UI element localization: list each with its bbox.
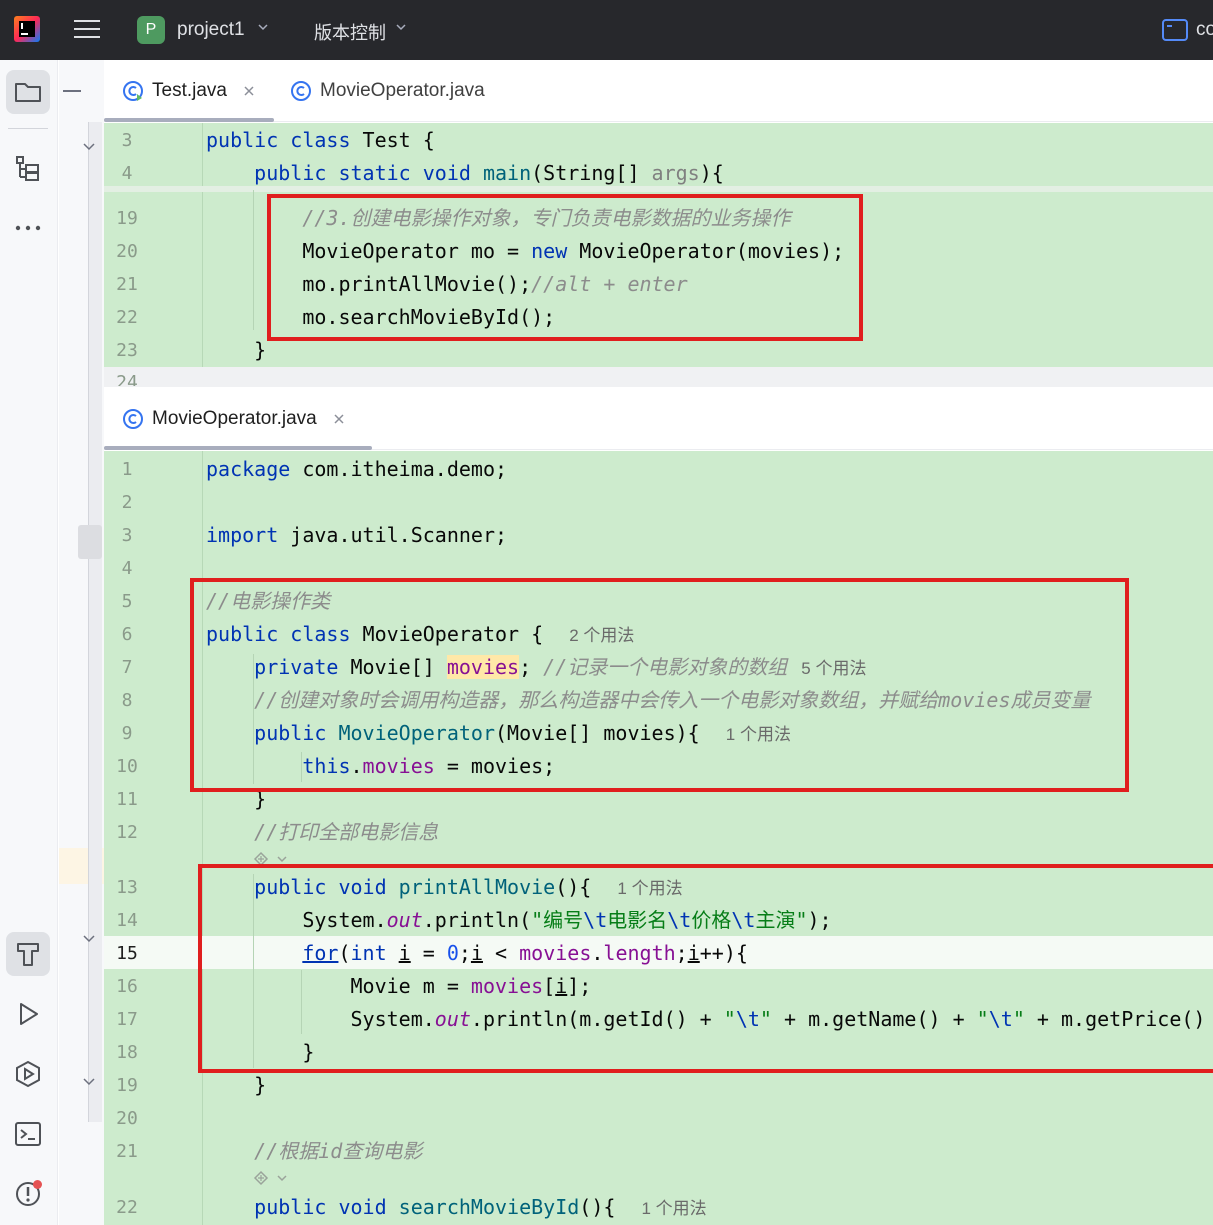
chevron-down-icon[interactable] [258,22,268,32]
line-number: 4 [121,558,133,579]
close-icon[interactable] [333,413,345,425]
line-number: 21 [116,1141,138,1162]
terminal-icon [15,1122,41,1146]
panel-scrollbar[interactable] [88,122,102,1122]
active-tab-indicator [104,118,274,122]
vcs-menu[interactable]: 版本控制 [314,19,386,45]
line-number: 23 [116,340,138,361]
top-editor-tabbar: Test.java MovieOperator.java [104,60,1213,122]
more-icon [15,225,41,231]
chevron-down-icon[interactable] [82,142,96,152]
code-text[interactable]: import java.util.Scanner; [206,519,507,552]
line-number: 22 [116,307,138,328]
build-tool-button[interactable] [6,932,50,976]
line-number: 11 [116,789,138,810]
code-text[interactable]: package com.itheima.demo; [206,453,507,486]
folder-icon [15,83,41,102]
line-number: 7 [121,657,133,678]
line-number: 14 [116,910,138,931]
line-number: 5 [121,591,133,612]
tab-movieoperator-java[interactable]: MovieOperator.java [122,388,345,450]
line-number: 24 [116,372,138,386]
ai-assist-icon[interactable] [252,1169,292,1187]
java-class-icon [123,409,143,429]
split-divider[interactable] [104,367,1213,387]
annotation-box-print-method [198,864,1213,1073]
tab-movieoperator-java[interactable]: MovieOperator.java [290,60,485,122]
minimize-icon[interactable] [63,90,81,92]
notification-badge [33,1180,42,1189]
title-bar: P project1 版本控制 co [0,0,1213,60]
close-icon[interactable] [243,85,255,97]
intellij-logo-icon[interactable] [14,16,40,42]
tab-label: MovieOperator.java [320,80,485,101]
structure-icon [16,156,39,181]
line-number: 9 [121,723,133,744]
java-runnable-class-icon [123,81,143,101]
line-number: 13 [116,877,138,898]
bottom-editor-tabbar: MovieOperator.java [104,388,1213,450]
code-text[interactable]: } [206,334,266,367]
line-number: 1 [121,459,133,480]
line-number: 3 [121,130,133,151]
annotation-box-constructor [190,578,1129,792]
line-number: 20 [116,241,138,262]
more-tools-button[interactable] [6,206,50,250]
tool-window-strip [0,60,58,1225]
main-menu-icon[interactable] [74,20,100,40]
line-number: 12 [116,822,138,843]
line-number: 19 [116,208,138,229]
line-number: 18 [116,1042,138,1063]
code-text[interactable]: public class Test { [206,124,435,157]
tab-test-java[interactable]: Test.java [122,60,255,122]
annotation-box-usage [267,194,863,341]
project-switcher[interactable]: project1 [177,19,245,41]
services-tool-button[interactable] [6,1052,50,1096]
chevron-down-icon[interactable] [82,1077,96,1087]
clipped-toolbar-label[interactable]: co [1196,19,1213,41]
active-tab-indicator [104,446,372,450]
code-text[interactable]: //根据id查询电影 [206,1135,422,1168]
code-text[interactable]: } [206,1069,266,1102]
panel-scroll-thumb[interactable] [78,525,102,559]
tab-label: Test.java [152,80,227,101]
chevron-down-icon[interactable] [396,22,406,32]
line-number: 20 [116,1108,138,1129]
chevron-down-icon[interactable] [82,934,96,944]
line-number: 3 [121,525,133,546]
terminal-tool-button[interactable] [6,1112,50,1156]
problems-tool-button[interactable] [6,1172,50,1216]
line-number: 17 [116,1009,138,1030]
line-number: 8 [121,690,133,711]
window-icon[interactable] [1162,18,1188,42]
line-number: 15 [116,943,138,964]
project-badge[interactable]: P [137,16,165,44]
line-number: 6 [121,624,133,645]
line-number: 19 [116,1075,138,1096]
code-text[interactable]: //打印全部电影信息 [206,816,438,849]
line-number: 10 [116,756,138,777]
structure-tool-button[interactable] [6,146,50,190]
run-icon [20,1003,38,1025]
line-number: 22 [116,1197,138,1218]
project-tool-button[interactable] [6,70,50,114]
line-number: 16 [116,976,138,997]
run-tool-button[interactable] [6,992,50,1036]
hammer-icon [17,943,39,966]
tab-label: MovieOperator.java [152,408,317,429]
usage-hint[interactable]: 1 个用法 [641,1199,706,1218]
line-number: 2 [121,492,133,513]
line-number: 21 [116,274,138,295]
code-text[interactable]: public void searchMovieById(){ 1 个用法 [206,1191,706,1224]
java-class-icon [291,81,311,101]
folded-region-marker[interactable] [104,186,1213,192]
services-icon [16,1060,40,1088]
